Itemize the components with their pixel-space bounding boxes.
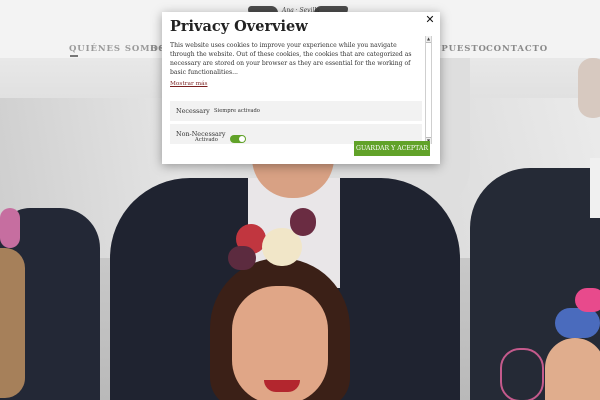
modal-scroll-area[interactable]: This website uses cookies to improve you… bbox=[170, 42, 422, 144]
nav-item-contacto[interactable]: CONTACTO bbox=[486, 44, 548, 54]
close-icon[interactable]: ✕ bbox=[424, 14, 436, 26]
category-necessary[interactable]: Necessary Siempre activado bbox=[170, 101, 422, 121]
category-name: Necessary bbox=[176, 107, 210, 115]
earring-lace bbox=[500, 348, 544, 400]
person-right-woman bbox=[545, 338, 600, 400]
nav-item-upuesto[interactable]: UPUESTO bbox=[433, 44, 487, 54]
modal-scrollbar[interactable]: ▲ ▼ bbox=[425, 36, 432, 144]
flower-blue bbox=[555, 308, 600, 338]
nav-active-indicator bbox=[70, 55, 78, 57]
toggle-switch-icon[interactable] bbox=[230, 135, 246, 143]
flower-dark bbox=[290, 208, 316, 236]
flower-purple bbox=[228, 246, 256, 270]
flower-left bbox=[0, 208, 20, 248]
category-status: Siempre activado bbox=[214, 108, 260, 114]
privacy-description: This website uses cookies to improve you… bbox=[170, 42, 412, 76]
category-status: Activado bbox=[195, 137, 218, 143]
show-more-link[interactable]: Mostrar más bbox=[170, 81, 422, 87]
person-left-woman bbox=[0, 248, 25, 398]
modal-title: Privacy Overview bbox=[170, 18, 308, 35]
flower-pink-right bbox=[575, 288, 600, 312]
save-and-accept-button[interactable]: GUARDAR Y ACEPTAR bbox=[354, 141, 430, 156]
scrollbar-thumb[interactable] bbox=[426, 42, 431, 138]
scroll-up-arrow-icon[interactable]: ▲ bbox=[426, 36, 431, 41]
person-right-head bbox=[578, 58, 600, 118]
person-right-shirt bbox=[590, 158, 600, 218]
